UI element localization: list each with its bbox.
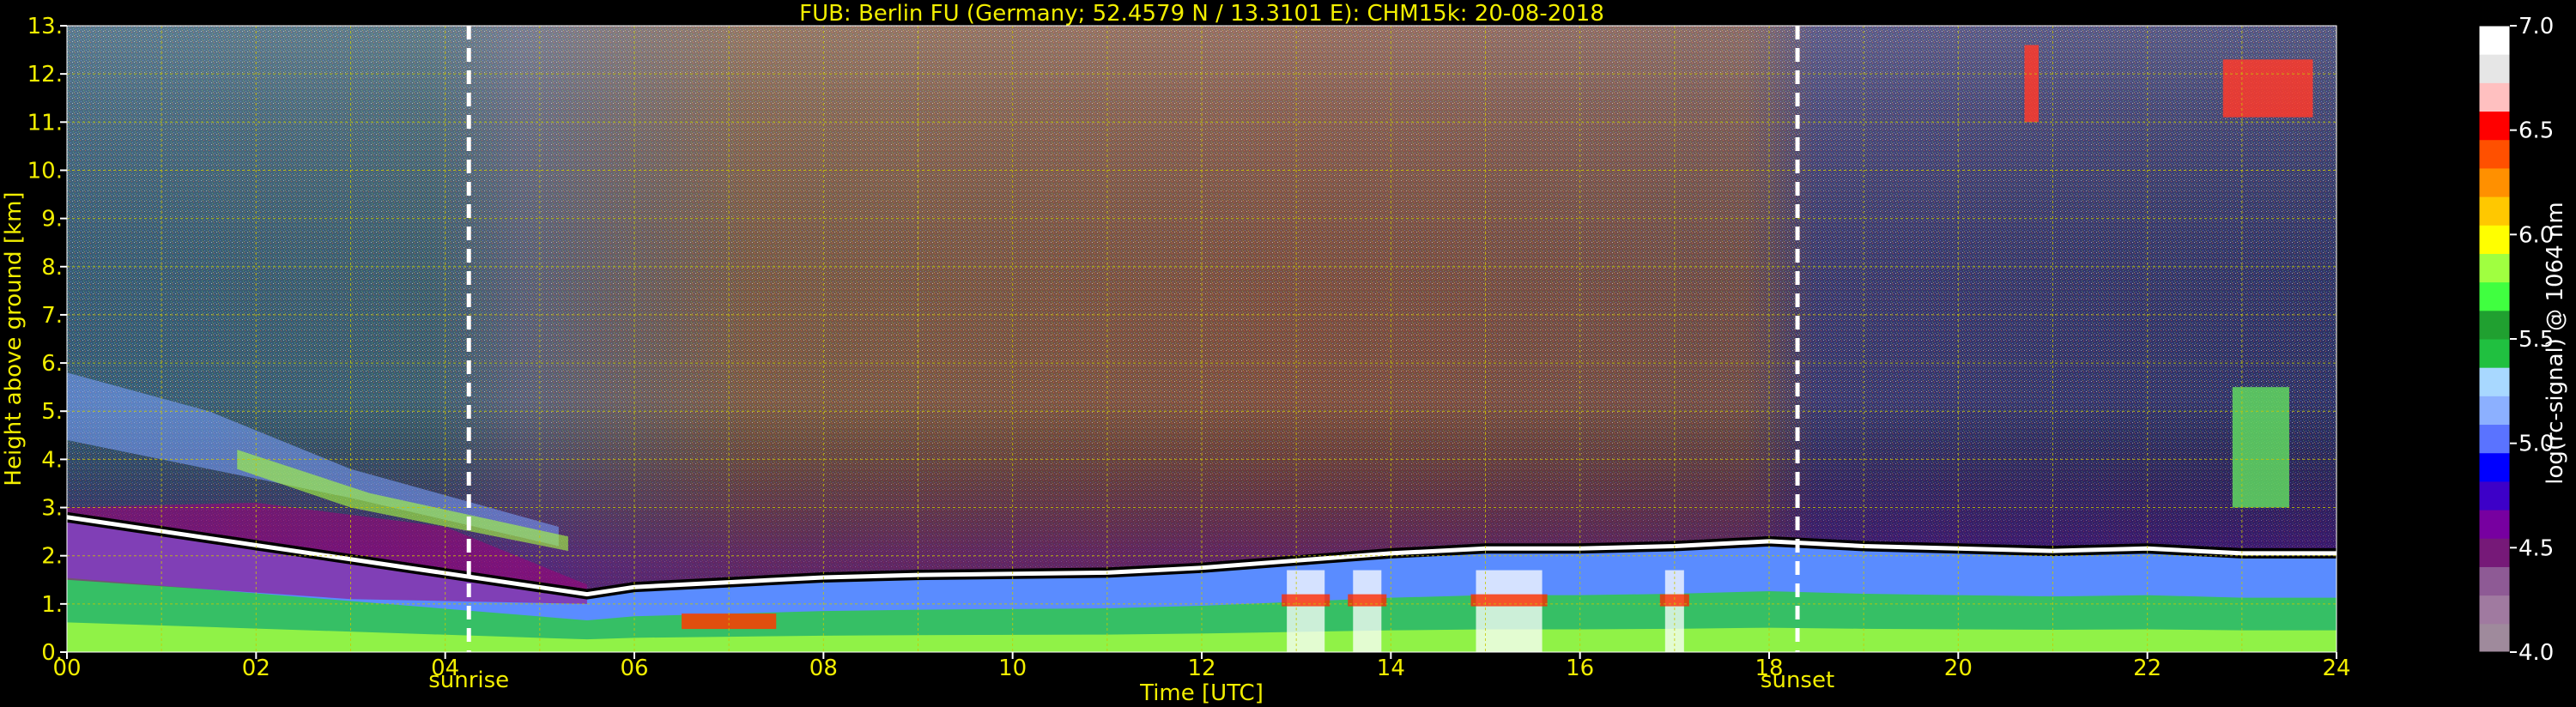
cloud-patch — [2222, 59, 2313, 118]
colorbar-tick-label: 7.0 — [2518, 14, 2554, 39]
plot-area — [66, 25, 2337, 653]
y-tick-label: 13. — [27, 14, 63, 39]
colorbar-segment — [2479, 480, 2510, 511]
colorbar-segment — [2479, 396, 2510, 426]
x-tick-label: 10 — [998, 656, 1027, 681]
convective-cloud-edge — [1348, 594, 1387, 607]
x-tick-label: 02 — [242, 656, 270, 681]
convective-cloud-column — [1287, 570, 1325, 652]
x-tick-label: 22 — [2133, 656, 2161, 681]
x-tick-label: 08 — [809, 656, 838, 681]
colorbar-segment — [2479, 281, 2510, 311]
colorbar-segment — [2479, 253, 2510, 283]
colorbar-segment — [2479, 196, 2510, 226]
y-tick-label: 1. — [41, 592, 63, 618]
y-tick-label: 9. — [41, 207, 63, 233]
x-axis-label: Time [UTC] — [1139, 680, 1264, 706]
colorbar-label: log(rc-signal) @ 1064 nm — [2543, 202, 2568, 484]
x-tick-label: 24 — [2322, 656, 2350, 681]
colorbar-segment — [2479, 424, 2510, 454]
colorbar-segment — [2479, 82, 2510, 112]
sunrise-label: sunrise — [428, 668, 509, 693]
chart-title: FUB: Berlin FU (Germany; 52.4579 N / 13.… — [799, 1, 1604, 27]
x-tick-label: 12 — [1187, 656, 1215, 681]
colorbar-segment — [2479, 510, 2510, 539]
colorbar-segment — [2479, 167, 2510, 197]
x-tick-label: 06 — [620, 656, 648, 681]
colorbar-segment — [2479, 310, 2510, 340]
colorbar-segment — [2479, 367, 2510, 396]
x-tick-label: 16 — [1566, 656, 1594, 681]
x-tick-label: 20 — [1944, 656, 1973, 681]
colorbar-segment — [2479, 538, 2510, 567]
colorbar-segment — [2479, 566, 2510, 596]
colorbar-tick-label: 6.5 — [2518, 118, 2554, 144]
y-axis-ticks: 0. 1. 2. 3. 4. 5. 6. 7. 8. 9. 10. 11. 12. 13. — [27, 14, 67, 666]
sunset-label: sunset — [1761, 668, 1834, 693]
convective-cloud-edge — [1470, 594, 1548, 607]
colorbar-segment — [2479, 54, 2510, 83]
y-tick-label: 5. — [41, 399, 63, 425]
lidar-backscatter-chart: FUB: Berlin FU (Germany; 52.4579 N / 13.… — [1, 1, 2568, 706]
colorbar-tick-label: 4.0 — [2518, 640, 2554, 666]
y-tick-label: 12. — [27, 62, 63, 88]
y-tick-label: 6. — [41, 351, 63, 377]
colorbar-tick-label: 4.5 — [2518, 535, 2554, 561]
x-tick-label: 14 — [1377, 656, 1405, 681]
y-tick-label: 4. — [41, 447, 63, 473]
y-tick-label: 8. — [41, 255, 63, 281]
y-tick-label: 11. — [27, 110, 63, 136]
y-tick-label: 3. — [41, 496, 63, 522]
colorbar-segment — [2479, 225, 2510, 254]
y-tick-label: 2. — [41, 544, 63, 570]
colorbar-segment — [2479, 139, 2510, 169]
convective-cloud-edge — [1282, 594, 1330, 607]
morning-aerosol-peak — [682, 613, 777, 630]
convective-cloud-column — [1476, 570, 1543, 652]
y-tick-label: 7. — [41, 303, 63, 329]
cloud-patch — [2232, 387, 2289, 508]
y-tick-label: 0. — [41, 640, 63, 666]
x-axis-ticks: 00 02 04 06 08 10 12 14 16 18 20 22 24 — [52, 652, 2351, 681]
colorbar-segment — [2479, 339, 2510, 368]
colorbar-segment — [2479, 623, 2510, 653]
y-tick-label: 10. — [27, 158, 63, 184]
colorbar-segment — [2479, 111, 2510, 141]
y-axis-label: Height above ground [km] — [1, 191, 27, 486]
colorbar-segment — [2479, 26, 2510, 55]
cloud-patch — [2024, 45, 2039, 123]
colorbar-segment — [2479, 452, 2510, 482]
convective-cloud-column — [1353, 570, 1382, 652]
colorbar-segment — [2479, 595, 2510, 625]
